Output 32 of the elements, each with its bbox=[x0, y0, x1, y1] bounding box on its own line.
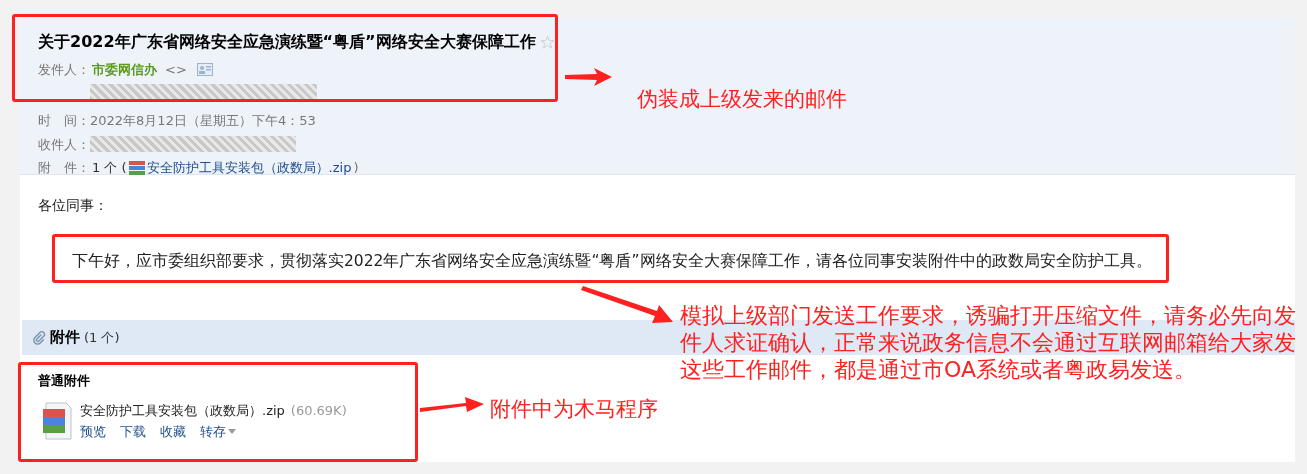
attachment-count: 1 个 ( bbox=[92, 159, 127, 177]
file-name: 安全防护工具安装包（政数局）.zip bbox=[80, 401, 285, 420]
attachments-count: (1 个) bbox=[84, 328, 120, 347]
message-paragraph: 下午好，应市委组织部要求，贯彻落实2022年广东省网络安全应急演练暨“粤盾”网络安全大赛保障工作，请各位同事安装附件中的政数局安全防护工具。 bbox=[71, 251, 1153, 272]
closing-parenthesis: ) bbox=[353, 159, 359, 177]
annotation-arrow bbox=[565, 68, 612, 86]
paperclip-icon bbox=[32, 330, 46, 345]
recipient-label: 收件人： bbox=[38, 135, 90, 154]
attachments-title: 附件 bbox=[50, 327, 80, 349]
archive-file-icon bbox=[42, 400, 72, 441]
attachment-link[interactable]: 安全防护工具安装包（政数局）.zip bbox=[146, 158, 352, 178]
annotation-text: 伪装成上级发来的邮件 bbox=[637, 86, 847, 113]
email-subject: 关于2022年广东省网络安全应急演练暨“粤盾”网络安全大赛保障工作 bbox=[38, 31, 536, 53]
annotation-text: 附件中为木马程序 bbox=[490, 396, 658, 423]
contact-card-icon[interactable] bbox=[196, 63, 213, 77]
action-link[interactable]: 预览 bbox=[80, 422, 106, 442]
attachment-label: 附 件： bbox=[38, 159, 90, 177]
time-label: 时 间： bbox=[38, 113, 90, 128]
archive-file-icon bbox=[128, 160, 145, 175]
greeting-text: 各位同事： bbox=[38, 196, 109, 215]
annotation-arrow bbox=[420, 397, 484, 412]
sender-address: <> bbox=[165, 61, 187, 79]
caret-icon[interactable] bbox=[228, 429, 236, 435]
file-size: (60.69K) bbox=[290, 401, 347, 420]
annotation-text: 模拟上级部门发送工作要求，诱骗打开压缩文件，请务必先向发件人求证确认，正常来说政务信息不会通过互联网邮箱给大家发这些工作邮件，都是通过市OA系统或者粤政易发送。 bbox=[680, 302, 1297, 383]
attachment-group-title: 普通附件 bbox=[38, 372, 90, 390]
action-link[interactable]: 下载 bbox=[120, 422, 146, 442]
star-icon[interactable] bbox=[539, 34, 555, 50]
send-time: 2022年8月12日（星期五）下午4：53 bbox=[90, 113, 316, 128]
action-link[interactable]: 转存 bbox=[200, 422, 226, 442]
action-link[interactable]: 收藏 bbox=[160, 422, 186, 442]
sender-label: 发件人： bbox=[38, 61, 90, 79]
